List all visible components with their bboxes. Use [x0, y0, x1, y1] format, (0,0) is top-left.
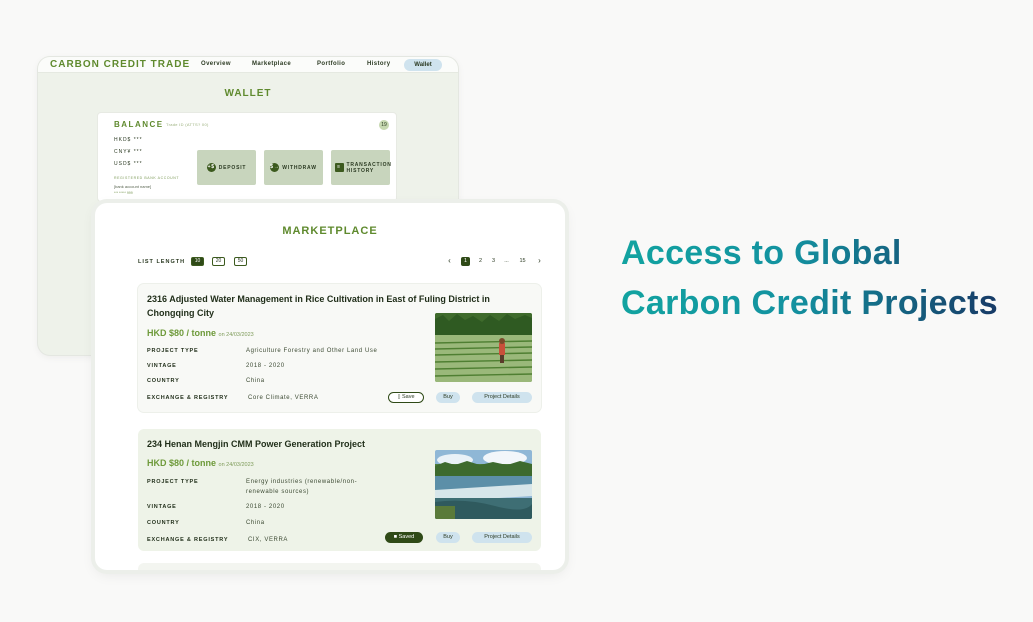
project-details-button[interactable]: Project Details	[472, 392, 532, 403]
top-nav: CARBON CREDIT TRADE Overview Marketplace…	[38, 57, 458, 73]
page-15[interactable]: 15	[518, 257, 527, 266]
balance-cny: CNY¥ ***	[114, 149, 143, 155]
field-value: CIX, VERRA	[248, 537, 289, 543]
history-icon: ≡	[334, 163, 344, 172]
price-value: HKD $80 / tonne	[147, 458, 217, 468]
visibility-toggle-icon[interactable]: 19	[379, 120, 389, 130]
project-card[interactable]: 2316 Adjusted Water Management in Rice C…	[138, 284, 541, 412]
balance-hkd: HKD$ ***	[114, 137, 143, 143]
wallet-title: WALLET	[224, 88, 272, 99]
field-key: COUNTRY	[147, 520, 180, 526]
saved-label: Saved	[398, 534, 415, 540]
project-card-partial	[138, 563, 541, 570]
field-value: 2018 - 2020	[246, 504, 285, 510]
deposit-label: DEPOSIT	[218, 164, 247, 171]
withdraw-label: WITHDRAW	[282, 164, 317, 171]
field-key: EXCHANGE & REGISTRY	[147, 537, 229, 543]
bank-account-name: [bank account name]	[114, 184, 152, 189]
field-key: PROJECT TYPE	[147, 348, 199, 354]
page-2[interactable]: 2	[476, 257, 485, 266]
brand-logo[interactable]: CARBON CREDIT TRADE	[50, 59, 190, 70]
field-value: Energy industries (renewable/non-renewab…	[246, 479, 358, 495]
withdraw-button[interactable]: $→ WITHDRAW	[264, 150, 323, 185]
nav-portfolio[interactable]: Portfolio	[317, 61, 345, 67]
headline-line-1: Access to Global	[621, 234, 902, 272]
list-length-label: LIST LENGTH	[138, 259, 186, 265]
trade-id: Trade ID (ATTS? 00)	[166, 122, 209, 127]
balance-usd: USD$ ***	[114, 161, 143, 167]
hero-headline: Access to Global Carbon Credit Projects	[621, 228, 998, 328]
balance-label: BALANCE	[114, 120, 164, 129]
rice-field-image	[435, 313, 532, 382]
project-details-button[interactable]: Project Details	[472, 532, 532, 543]
nav-marketplace[interactable]: Marketplace	[252, 61, 291, 67]
list-length-50[interactable]: 50	[234, 257, 247, 266]
field-key: PROJECT TYPE	[147, 479, 199, 485]
bank-account-number: *** ***** 999	[114, 191, 133, 195]
price-value: HKD $80 / tonne	[147, 328, 217, 338]
withdraw-icon: $→	[270, 163, 280, 172]
deposit-icon: +$	[206, 163, 216, 172]
list-length-10[interactable]: 10	[191, 257, 204, 266]
transaction-history-button[interactable]: ≡ TRANSACTION HISTORY	[331, 150, 392, 185]
field-value: Core Climate, VERRA	[248, 395, 319, 401]
nav-overview[interactable]: Overview	[201, 61, 231, 67]
page-ellipsis: ...	[504, 258, 509, 264]
field-key: COUNTRY	[147, 378, 180, 384]
project-price: HKD $80 / tonne on 24/03/2023	[147, 328, 254, 338]
field-value: China	[246, 520, 265, 526]
field-key: EXCHANGE & REGISTRY	[147, 395, 229, 401]
price-date: on 24/03/2023	[218, 462, 254, 468]
buy-button[interactable]: Buy	[436, 532, 460, 543]
project-card[interactable]: 234 Henan Mengjin CMM Power Generation P…	[138, 429, 541, 551]
nav-history[interactable]: History	[367, 61, 390, 67]
next-page-chevron-icon[interactable]: ›	[535, 257, 544, 266]
dam-waterfall-image	[435, 450, 532, 519]
page-3[interactable]: 3	[489, 257, 498, 266]
transaction-history-label: TRANSACTION HISTORY	[346, 161, 392, 174]
nav-wallet[interactable]: Wallet	[404, 59, 442, 71]
balance-card: BALANCE Trade ID (ATTS? 00) 19 HKD$ *** …	[97, 112, 397, 202]
field-key: VINTAGE	[147, 504, 177, 510]
field-key: VINTAGE	[147, 363, 177, 369]
field-value: Agriculture Forestry and Other Land Use	[246, 348, 378, 354]
deposit-button[interactable]: +$ DEPOSIT	[197, 150, 256, 185]
buy-button[interactable]: Buy	[436, 392, 460, 403]
bookmark-filled-icon: ■	[393, 534, 398, 540]
headline-line-2: Carbon Credit Projects	[621, 284, 998, 322]
field-value: 2018 - 2020	[246, 363, 285, 369]
save-button[interactable]: ▯ Save	[388, 392, 424, 403]
bookmark-icon: ▯	[397, 394, 401, 400]
marketplace-title: MARKETPLACE	[282, 225, 378, 237]
page-1[interactable]: 1	[461, 257, 470, 266]
project-price: HKD $80 / tonne on 24/03/2023	[147, 458, 254, 468]
price-date: on 24/03/2023	[218, 332, 254, 338]
bank-account-label: REGISTERED BANK ACCOUNT	[114, 176, 180, 180]
saved-button[interactable]: ■ Saved	[385, 532, 423, 543]
list-length-20[interactable]: 20	[212, 257, 225, 266]
prev-page-chevron-icon[interactable]: ‹	[445, 257, 454, 266]
save-label: Save	[402, 394, 415, 400]
marketplace-window: MARKETPLACE LIST LENGTH 10 20 50 ‹ 1 2 3…	[95, 203, 565, 570]
field-value: China	[246, 378, 265, 384]
project-title[interactable]: 234 Henan Mengjin CMM Power Generation P…	[147, 437, 525, 451]
